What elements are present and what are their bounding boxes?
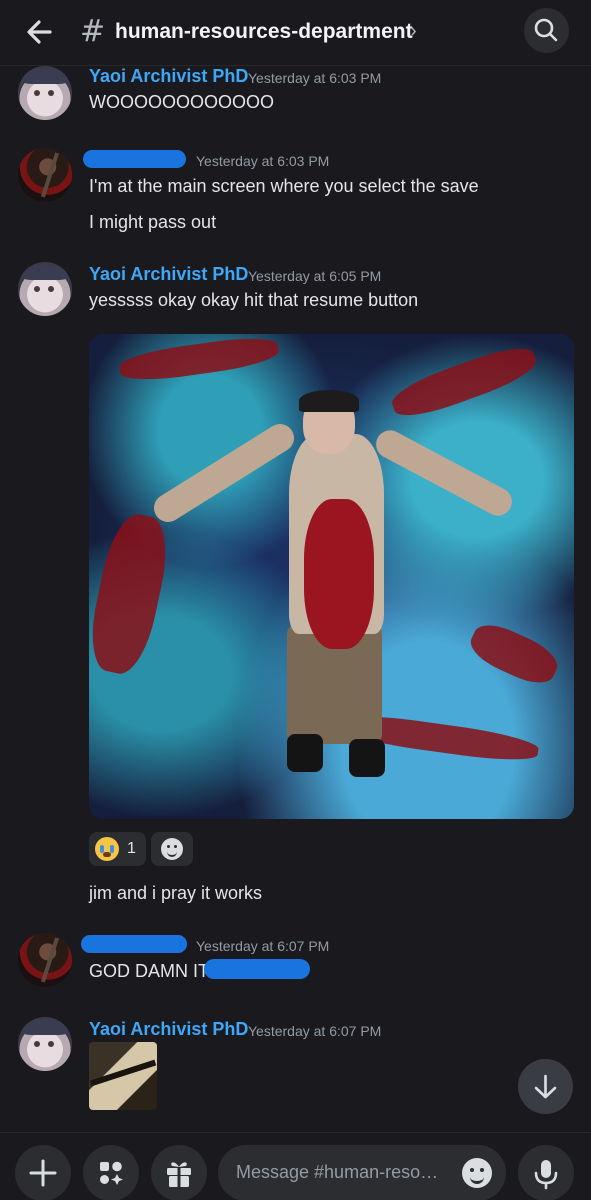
message-timestamp: Yesterday at 6:07 PM bbox=[248, 1023, 382, 1039]
avatar[interactable] bbox=[18, 148, 72, 202]
channel-header: # human-resources-department › bbox=[0, 0, 591, 66]
composer-bar: Message #human-resources-department bbox=[0, 1132, 591, 1200]
search-icon bbox=[534, 18, 558, 42]
jump-to-latest-button[interactable] bbox=[518, 1059, 573, 1114]
message-timestamp: Yesterday at 6:07 PM bbox=[196, 938, 330, 954]
message-input-placeholder: Message #human-resources-department bbox=[236, 1162, 446, 1182]
message-list[interactable]: Yaoi Archivist PhD Yesterday at 6:03 PM … bbox=[0, 66, 591, 1132]
redacted-username bbox=[81, 935, 187, 953]
image-attachment[interactable] bbox=[89, 334, 574, 819]
message-author[interactable]: Yaoi Archivist PhD bbox=[89, 1019, 248, 1040]
message-timestamp: Yesterday at 6:03 PM bbox=[248, 70, 382, 86]
back-button[interactable] bbox=[20, 12, 60, 52]
message-text: jim and i pray it works bbox=[89, 883, 263, 903]
channel-hash-icon: # bbox=[80, 14, 106, 49]
attach-button[interactable] bbox=[15, 1145, 71, 1200]
image-thumbnail[interactable] bbox=[89, 1042, 157, 1110]
message-timestamp: Yesterday at 6:03 PM bbox=[196, 153, 330, 169]
redacted-mention bbox=[204, 959, 310, 979]
avatar[interactable] bbox=[18, 933, 72, 987]
reaction-pill[interactable]: 1 bbox=[89, 832, 146, 866]
plus-icon bbox=[29, 1159, 57, 1187]
message-timestamp: Yesterday at 6:05 PM bbox=[248, 268, 382, 284]
add-reaction-button[interactable] bbox=[151, 832, 193, 866]
message-text: yesssss okay okay hit that resume button bbox=[89, 290, 419, 310]
apps-icon bbox=[100, 1161, 123, 1185]
message-text: GOD DAMN IT bbox=[89, 961, 209, 981]
message-input[interactable]: Message #human-resources-department bbox=[218, 1145, 506, 1200]
emoji-picker-icon[interactable] bbox=[462, 1158, 492, 1188]
apps-button[interactable] bbox=[83, 1145, 139, 1200]
gift-icon bbox=[167, 1162, 191, 1187]
message-author[interactable]: Yaoi Archivist PhD bbox=[89, 66, 248, 87]
message-text: I'm at the main screen where you select … bbox=[89, 176, 479, 196]
arrow-down-icon bbox=[534, 1074, 557, 1099]
redacted-username bbox=[83, 150, 186, 168]
crying-face-icon bbox=[95, 837, 119, 861]
reaction-count: 1 bbox=[127, 840, 136, 857]
avatar[interactable] bbox=[18, 1017, 72, 1071]
channel-chevron-icon[interactable]: › bbox=[410, 20, 417, 43]
smiley-icon bbox=[161, 838, 183, 860]
microphone-icon bbox=[534, 1160, 558, 1190]
message-author[interactable]: Yaoi Archivist PhD bbox=[89, 264, 248, 285]
gift-button[interactable] bbox=[151, 1145, 207, 1200]
voice-message-button[interactable] bbox=[518, 1145, 574, 1200]
avatar[interactable] bbox=[18, 66, 72, 120]
message-text: I might pass out bbox=[89, 212, 217, 232]
arrow-left-icon bbox=[27, 20, 52, 44]
channel-name[interactable]: human-resources-department bbox=[115, 20, 413, 44]
message-text: WOOOOOOOOOOOO bbox=[89, 92, 275, 112]
search-button[interactable] bbox=[524, 8, 569, 53]
avatar[interactable] bbox=[18, 262, 72, 316]
